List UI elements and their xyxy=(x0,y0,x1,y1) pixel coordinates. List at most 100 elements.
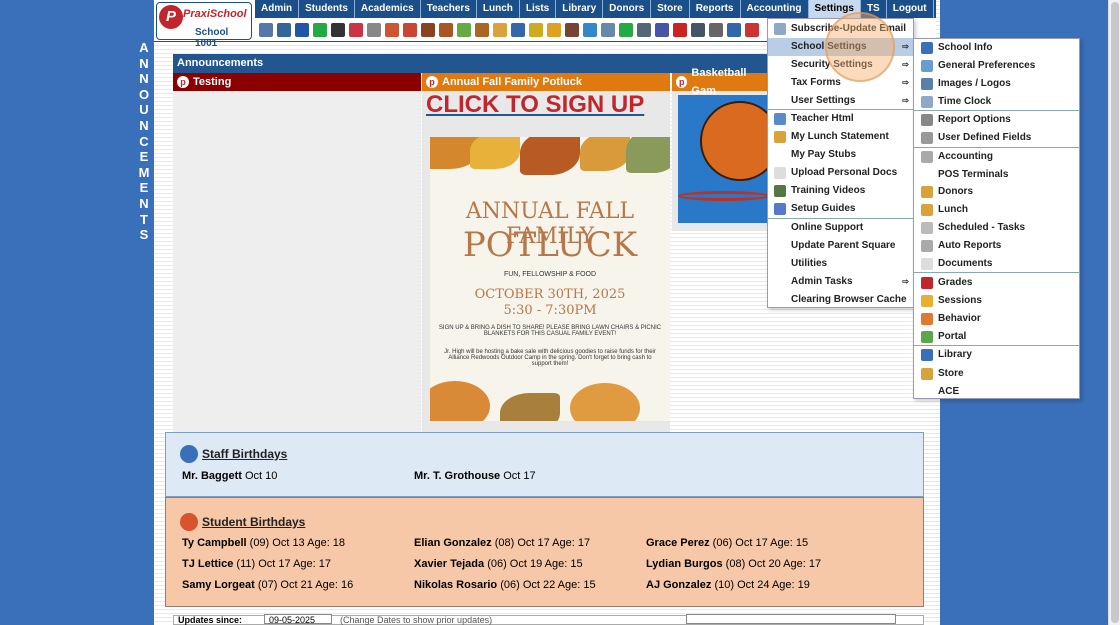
power-icon[interactable] xyxy=(745,23,759,37)
school-settings-documents[interactable]: Documents xyxy=(914,255,1079,273)
logo[interactable]: P PraxiSchool School 1001 xyxy=(156,2,252,49)
student-birthday-item: Ty Campbell (09) Oct 13 Age: 18 xyxy=(182,537,346,549)
school-settings-sessions[interactable]: Sessions xyxy=(914,292,1079,310)
help-icon[interactable] xyxy=(727,23,741,37)
school-settings-general-preferences[interactable]: General Preferences xyxy=(914,57,1079,75)
cash-icon[interactable] xyxy=(619,23,633,37)
announcement-basketball-header[interactable]: p Basketball Gam xyxy=(672,67,770,97)
clock-icon[interactable] xyxy=(583,23,597,37)
people2-icon[interactable] xyxy=(439,23,453,37)
announcement-testing-header[interactable]: p Testing xyxy=(173,73,421,91)
school-settings-school-info[interactable]: School Info xyxy=(914,39,1079,57)
updates-search-input[interactable] xyxy=(686,614,896,624)
announcements-vertical-label: ANNOUNCEMENTS xyxy=(138,40,150,243)
settings-menu-my-lunch-statement[interactable]: My Lunch Statement xyxy=(768,128,913,146)
school-settings-portal[interactable]: Portal xyxy=(914,328,1079,346)
school-settings-accounting[interactable]: Accounting xyxy=(914,148,1079,166)
menu-teachers[interactable]: Teachers xyxy=(421,0,477,18)
doc-icon[interactable] xyxy=(601,23,615,37)
menu-accounting[interactable]: Accounting xyxy=(741,0,809,18)
pdf-icon[interactable] xyxy=(673,23,687,37)
updates-date-input[interactable]: 09-05-2025 xyxy=(264,614,332,625)
menu-students[interactable]: Students xyxy=(299,0,355,18)
student-birthday-item: AJ Gonzalez (10) Oct 24 Age: 19 xyxy=(646,579,810,591)
date-icon[interactable] xyxy=(385,23,399,37)
click-to-sign-up-link[interactable]: CLICK TO SIGN UP xyxy=(422,91,670,119)
settings-menu-my-pay-stubs[interactable]: My Pay Stubs xyxy=(768,146,913,164)
settings-menu-school-settings[interactable]: School Settings ⇨ xyxy=(768,38,913,56)
prefs-icon xyxy=(921,60,933,72)
school-settings-lunch[interactable]: Lunch xyxy=(914,201,1079,219)
at-icon[interactable] xyxy=(295,23,309,37)
flag-icon[interactable] xyxy=(349,23,363,37)
search-icon[interactable] xyxy=(259,23,273,37)
gear-icon[interactable] xyxy=(709,23,723,37)
money-icon[interactable] xyxy=(493,23,507,37)
school-settings-scheduled-tasks[interactable]: Scheduled - Tasks xyxy=(914,219,1079,237)
settings-menu-subscribe-update-email[interactable]: Subscribe-Update Email xyxy=(768,20,913,38)
school-settings-behavior[interactable]: Behavior xyxy=(914,310,1079,328)
school-settings-images-logos[interactable]: Images / Logos xyxy=(914,75,1079,93)
flyer-tagline: FUN, FELLOWSHIP & FOOD xyxy=(503,271,597,278)
menu-reports[interactable]: Reports xyxy=(690,0,741,18)
school-settings-report-options[interactable]: Report Options xyxy=(914,111,1079,129)
settings-menu-clearing-browser-cache[interactable]: Clearing Browser Cache xyxy=(768,291,913,309)
settings-menu-training-videos[interactable]: Training Videos xyxy=(768,182,913,200)
school-settings-user-defined-fields[interactable]: User Defined Fields xyxy=(914,129,1079,147)
page-scrollbar[interactable] xyxy=(1108,0,1120,625)
potluck-flyer-image[interactable]: ANNUAL FALL FAMILY POTLUCK FUN, FELLOWSH… xyxy=(430,137,670,421)
settings-menu-update-parent-square[interactable]: Update Parent Square xyxy=(768,237,913,255)
settings-menu-online-support[interactable]: Online Support xyxy=(768,219,913,237)
grade-icon xyxy=(921,277,933,289)
people-icon[interactable] xyxy=(421,23,435,37)
chat-icon[interactable] xyxy=(313,23,327,37)
list-icon[interactable] xyxy=(367,23,381,37)
settings-menu-security-settings[interactable]: Security Settings ⇨ xyxy=(768,56,913,74)
bell-icon[interactable] xyxy=(529,23,543,37)
menu-academics[interactable]: Academics xyxy=(355,0,421,18)
settings-menu-teacher-html[interactable]: Teacher Html xyxy=(768,110,913,128)
school-settings-grades[interactable]: Grades xyxy=(914,274,1079,292)
school-settings-ace[interactable]: ACE xyxy=(914,383,1079,401)
updates-label: Updates since: xyxy=(178,615,243,625)
menu-library[interactable]: Library xyxy=(556,0,604,18)
menu-logout[interactable]: Logout xyxy=(887,0,934,18)
scrollbar-thumb[interactable] xyxy=(1111,2,1119,623)
submenu-item-label: Donors xyxy=(938,186,973,197)
school-settings-pos-terminals[interactable]: POS Terminals xyxy=(914,166,1079,184)
school-settings-store[interactable]: Store xyxy=(914,365,1079,383)
school-settings-donors[interactable]: Donors xyxy=(914,183,1079,201)
student-birthday-item: Grace Perez (06) Oct 17 Age: 15 xyxy=(646,537,809,549)
settings-menu-user-settings[interactable]: User Settings ⇨ xyxy=(768,92,913,110)
settings-menu-utilities[interactable]: Utilities xyxy=(768,255,913,273)
book-icon[interactable] xyxy=(511,23,525,37)
announcement-potluck-header[interactable]: p Annual Fall Family Potluck xyxy=(422,73,670,91)
menu-admin[interactable]: Admin xyxy=(255,0,300,18)
pencil-icon[interactable] xyxy=(457,23,471,37)
calendar-icon[interactable] xyxy=(277,23,291,37)
group-icon[interactable] xyxy=(475,23,489,37)
settings-menu-admin-tasks[interactable]: Admin Tasks ⇨ xyxy=(768,273,913,291)
menu-lists[interactable]: Lists xyxy=(520,0,557,18)
menu-settings[interactable]: Settings xyxy=(808,0,861,18)
settings-menu-setup-guides[interactable]: Setup Guides xyxy=(768,200,913,218)
updates-hint: (Change Dates to show prior updates) xyxy=(340,615,493,625)
settings-menu-tax-forms[interactable]: Tax Forms ⇨ xyxy=(768,74,913,92)
users-icon[interactable] xyxy=(565,23,579,37)
menu-lunch[interactable]: Lunch xyxy=(477,0,520,18)
megaphone-icon[interactable] xyxy=(403,23,417,37)
note-icon[interactable] xyxy=(547,23,561,37)
announcement-title: Annual Fall Family Potluck xyxy=(442,76,582,88)
basketball-image[interactable] xyxy=(678,95,770,223)
printer-icon[interactable] xyxy=(637,23,651,37)
settings-menu-upload-personal-docs[interactable]: Upload Personal Docs xyxy=(768,164,913,182)
school-settings-time-clock[interactable]: Time Clock xyxy=(914,93,1079,111)
school-settings-auto-reports[interactable]: Auto Reports xyxy=(914,237,1079,255)
print-icon[interactable] xyxy=(691,23,705,37)
menu-donors[interactable]: Donors xyxy=(603,0,652,18)
menu-ts[interactable]: TS xyxy=(861,0,887,18)
phone-icon[interactable] xyxy=(331,23,345,37)
school-settings-library[interactable]: Library xyxy=(914,346,1079,364)
ap-icon[interactable] xyxy=(655,23,669,37)
menu-store[interactable]: Store xyxy=(651,0,690,18)
